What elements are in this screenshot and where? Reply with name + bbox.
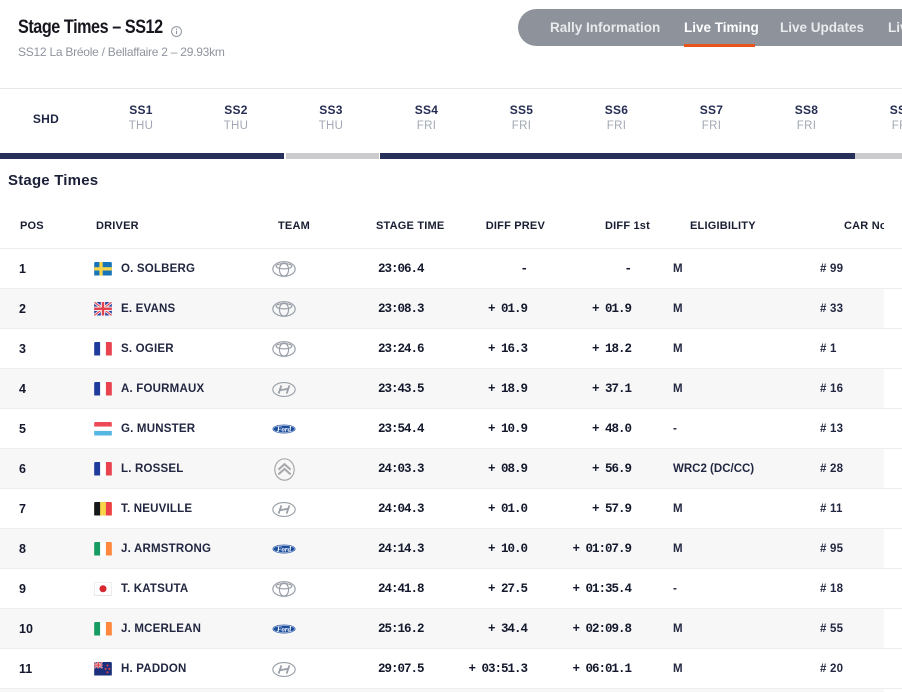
svg-text:Ford: Ford bbox=[277, 626, 292, 633]
svg-text:Ford: Ford bbox=[277, 546, 292, 553]
svg-text:Ford: Ford bbox=[277, 426, 292, 433]
